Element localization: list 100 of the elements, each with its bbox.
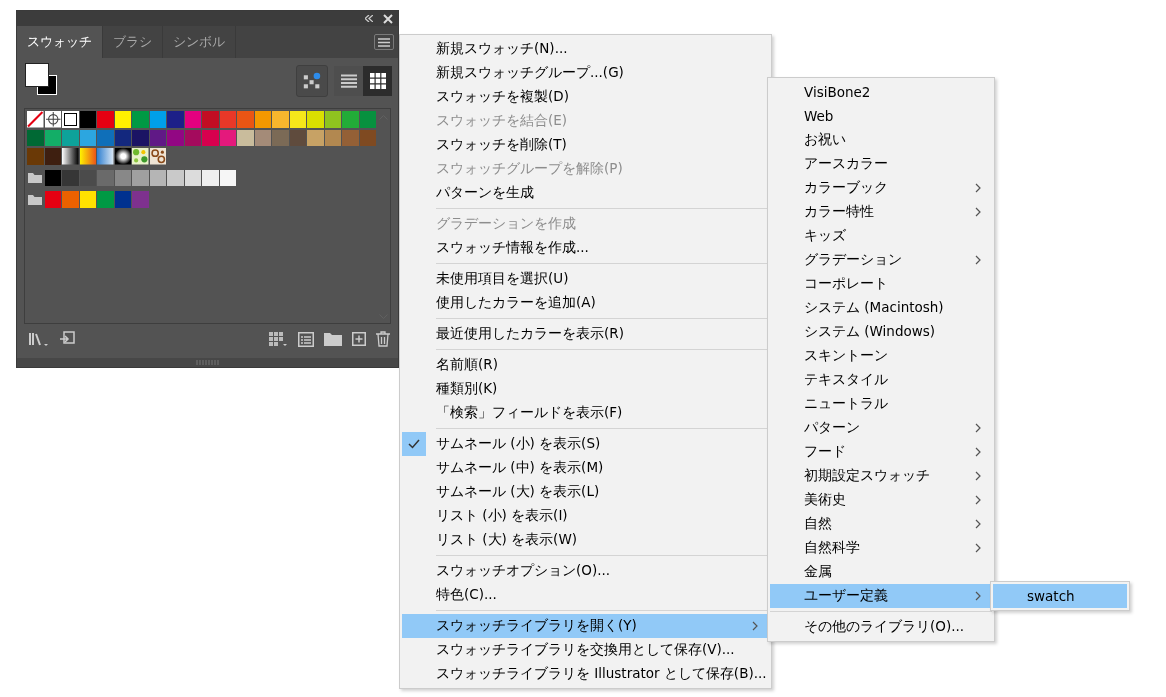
menu-item[interactable]: 最近使用したカラーを表示(R) [402, 322, 769, 346]
color-swatch[interactable] [44, 191, 61, 208]
color-swatch[interactable] [289, 111, 306, 128]
color-swatch[interactable] [97, 191, 114, 208]
menu-item[interactable]: カラーブック [770, 176, 992, 200]
color-swatch[interactable] [132, 111, 149, 128]
gradient-swatch[interactable] [97, 148, 114, 165]
color-swatch[interactable] [79, 111, 96, 128]
menu-item[interactable]: 特色(C)... [402, 583, 769, 607]
color-swatch[interactable] [62, 129, 79, 146]
library-icon[interactable] [29, 331, 49, 347]
color-swatch[interactable] [307, 111, 324, 128]
color-swatch[interactable] [307, 129, 324, 146]
menu-item[interactable]: スウォッチオプション(O)... [402, 559, 769, 583]
color-swatch[interactable] [167, 111, 184, 128]
menu-item[interactable]: ユーザー定義 [770, 584, 992, 608]
color-swatch[interactable] [219, 169, 236, 186]
color-swatch[interactable] [184, 129, 201, 146]
color-swatch[interactable] [62, 111, 79, 128]
color-swatch[interactable] [97, 111, 114, 128]
color-swatch[interactable] [79, 129, 96, 146]
color-swatch[interactable] [132, 129, 149, 146]
menu-item[interactable]: スウォッチライブラリを開く(Y) [402, 614, 769, 638]
menu-item[interactable]: 新規スウォッチ(N)... [402, 37, 769, 61]
color-swatch[interactable] [184, 111, 201, 128]
color-swatch[interactable] [114, 191, 131, 208]
menu-item[interactable]: リスト (小) を表示(I) [402, 504, 769, 528]
color-swatch[interactable] [237, 129, 254, 146]
grid-view-button[interactable] [363, 66, 392, 96]
folder-icon[interactable] [324, 332, 342, 346]
menu-item[interactable]: パターン [770, 416, 992, 440]
menu-item[interactable]: swatch [993, 584, 1127, 608]
menu-item[interactable]: リスト (大) を表示(W) [402, 528, 769, 552]
color-swatch[interactable] [79, 169, 96, 186]
menu-item[interactable]: 美術史 [770, 488, 992, 512]
color-swatch[interactable] [114, 129, 131, 146]
color-swatch[interactable] [219, 129, 236, 146]
color-swatch[interactable] [44, 129, 61, 146]
color-swatch[interactable] [132, 191, 149, 208]
menu-item[interactable]: スウォッチ情報を作成... [402, 236, 769, 260]
gradient-swatch[interactable] [114, 148, 131, 165]
color-swatch[interactable] [97, 169, 114, 186]
menu-item[interactable]: コーポレート [770, 272, 992, 296]
menu-item[interactable]: サムネール (小) を表示(S) [402, 432, 769, 456]
menu-item[interactable]: パターンを生成 [402, 181, 769, 205]
menu-item[interactable]: スウォッチライブラリを交換用として保存(V)... [402, 638, 769, 662]
swatch-options-icon[interactable] [298, 331, 314, 347]
menu-item[interactable]: アースカラー [770, 152, 992, 176]
color-swatch[interactable] [44, 148, 61, 165]
menu-item[interactable]: 名前順(R) [402, 353, 769, 377]
swatch-kinds-icon[interactable] [268, 331, 288, 347]
menu-item[interactable]: テキスタイル [770, 368, 992, 392]
color-swatch[interactable] [167, 169, 184, 186]
menu-item[interactable]: システム (Macintosh) [770, 296, 992, 320]
menu-item[interactable]: Web [770, 104, 992, 128]
menu-item[interactable]: 金属 [770, 560, 992, 584]
menu-item[interactable]: ニュートラル [770, 392, 992, 416]
menu-item[interactable]: サムネール (大) を表示(L) [402, 480, 769, 504]
import-icon[interactable] [59, 331, 75, 347]
menu-item[interactable]: 「検索」フィールドを表示(F) [402, 401, 769, 425]
gradient-swatch[interactable] [79, 148, 96, 165]
menu-item[interactable]: 未使用項目を選択(U) [402, 267, 769, 291]
color-swatch[interactable] [272, 111, 289, 128]
list-view-button[interactable] [334, 66, 363, 96]
menu-item[interactable]: フード [770, 440, 992, 464]
color-swatch[interactable] [324, 111, 341, 128]
none-swatch[interactable] [27, 111, 44, 128]
color-swatch[interactable] [342, 129, 359, 146]
menu-item[interactable]: カラー特性 [770, 200, 992, 224]
menu-item[interactable]: システム (Windows) [770, 320, 992, 344]
color-swatch[interactable] [202, 129, 219, 146]
color-swatch[interactable] [79, 191, 96, 208]
menu-item[interactable]: VisiBone2 [770, 80, 992, 104]
color-swatch[interactable] [184, 169, 201, 186]
color-swatch[interactable] [167, 129, 184, 146]
swatch-kinds-button[interactable] [296, 65, 328, 97]
menu-item[interactable]: お祝い [770, 128, 992, 152]
color-swatch[interactable] [27, 129, 44, 146]
close-icon[interactable] [383, 13, 393, 24]
pattern-swatch[interactable] [149, 148, 166, 165]
panel-tab[interactable]: スウォッチ [17, 26, 103, 58]
menu-item[interactable]: その他のライブラリ(O)... [770, 615, 992, 639]
menu-item[interactable]: サムネール (中) を表示(M) [402, 456, 769, 480]
color-swatch[interactable] [254, 129, 271, 146]
menu-item[interactable]: 自然科学 [770, 536, 992, 560]
menu-item[interactable]: 種類別(K) [402, 377, 769, 401]
menu-item[interactable]: スウォッチライブラリを Illustrator として保存(B)... [402, 662, 769, 686]
color-swatch[interactable] [62, 169, 79, 186]
color-swatch[interactable] [132, 169, 149, 186]
panel-menu-button[interactable] [374, 34, 394, 50]
color-swatch[interactable] [324, 129, 341, 146]
color-swatch[interactable] [289, 129, 306, 146]
gradient-swatch[interactable] [62, 148, 79, 165]
color-swatch[interactable] [359, 111, 376, 128]
color-swatch[interactable] [149, 111, 166, 128]
color-swatch[interactable] [97, 129, 114, 146]
menu-item[interactable]: 使用したカラーを追加(A) [402, 291, 769, 315]
pattern-swatch[interactable] [132, 148, 149, 165]
color-swatch[interactable] [237, 111, 254, 128]
color-swatch[interactable] [114, 111, 131, 128]
